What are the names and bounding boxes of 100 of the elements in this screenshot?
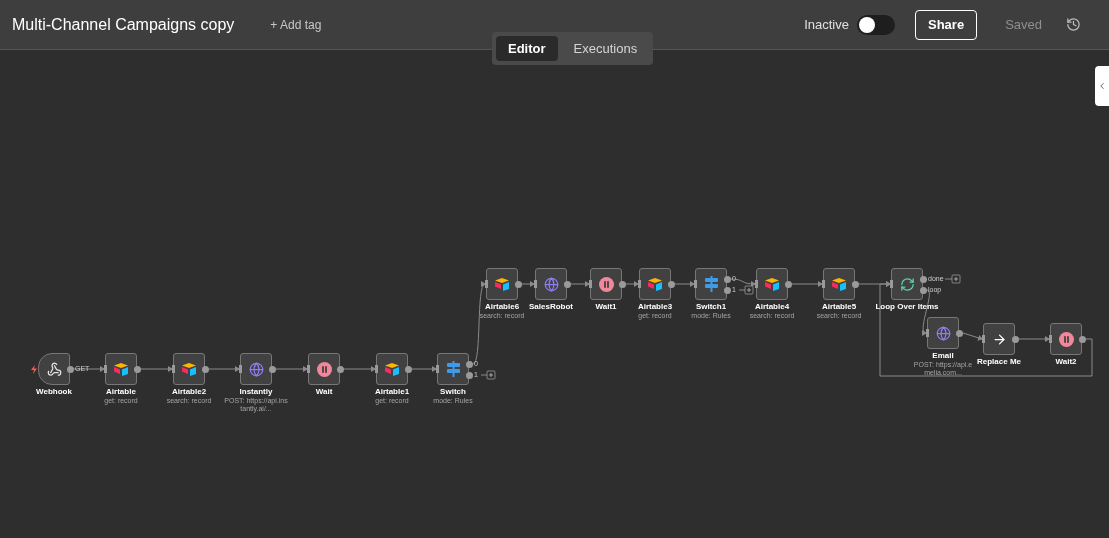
input-handle[interactable] bbox=[375, 365, 378, 373]
workflow-node[interactable] bbox=[695, 268, 727, 300]
workflow-node[interactable] bbox=[983, 323, 1015, 355]
output-handle[interactable] bbox=[1012, 335, 1019, 343]
workflow-node[interactable] bbox=[486, 268, 518, 300]
output-handle[interactable] bbox=[405, 365, 412, 373]
workflow-node[interactable] bbox=[535, 268, 567, 300]
input-handle[interactable] bbox=[982, 335, 985, 343]
node-title: Replace Me bbox=[977, 357, 1021, 367]
node-title: Instantly bbox=[239, 387, 273, 397]
output-handle[interactable] bbox=[852, 280, 859, 288]
add-tag-button[interactable]: + Add tag bbox=[270, 15, 322, 34]
pause-icon bbox=[1058, 331, 1074, 347]
add-node-connector[interactable] bbox=[738, 285, 754, 295]
input-handle[interactable] bbox=[1049, 335, 1052, 343]
node-title: Webhook bbox=[36, 387, 72, 397]
connection-line bbox=[570, 281, 590, 287]
workflow-node[interactable] bbox=[756, 268, 788, 300]
workflow-node[interactable] bbox=[437, 353, 469, 385]
arrow-right-icon bbox=[991, 331, 1007, 347]
input-handle[interactable] bbox=[890, 280, 893, 288]
workflow-node[interactable] bbox=[240, 353, 272, 385]
output-handle[interactable] bbox=[1079, 335, 1086, 343]
signpost-icon bbox=[445, 361, 461, 377]
connection-line bbox=[521, 281, 535, 287]
refresh-icon bbox=[899, 276, 915, 292]
workflow-node[interactable] bbox=[173, 353, 205, 385]
add-node-connector[interactable] bbox=[480, 370, 496, 380]
input-handle[interactable] bbox=[638, 280, 641, 288]
node-title: Switch bbox=[440, 387, 466, 397]
input-handle[interactable] bbox=[104, 365, 107, 373]
globe-icon bbox=[248, 361, 264, 377]
input-handle[interactable] bbox=[485, 280, 488, 288]
view-tab[interactable]: Executions bbox=[561, 36, 650, 61]
node-title: Airtable2 bbox=[171, 387, 207, 397]
input-handle[interactable] bbox=[755, 280, 758, 288]
workflow-node[interactable] bbox=[639, 268, 671, 300]
connection-line bbox=[411, 366, 437, 372]
node-title: SalesRobot bbox=[529, 302, 573, 312]
connection-line bbox=[73, 366, 105, 372]
airtable-logo-icon bbox=[384, 362, 400, 376]
workflow-node[interactable] bbox=[38, 353, 70, 385]
saved-status: Saved bbox=[1005, 15, 1042, 34]
chevron-left-icon bbox=[1097, 81, 1107, 91]
pause-icon bbox=[598, 276, 614, 292]
input-handle[interactable] bbox=[307, 365, 310, 373]
output-handle[interactable] bbox=[619, 280, 626, 288]
output-handle[interactable] bbox=[134, 365, 141, 373]
active-toggle[interactable] bbox=[857, 14, 895, 35]
connection-line bbox=[343, 366, 376, 372]
node-title: Airtable4 bbox=[754, 302, 790, 312]
history-icon[interactable] bbox=[1066, 17, 1081, 32]
workflow-node[interactable] bbox=[590, 268, 622, 300]
workflow-node[interactable] bbox=[376, 353, 408, 385]
webhook-icon bbox=[46, 361, 62, 377]
workflow-node[interactable] bbox=[105, 353, 137, 385]
node-title: Airtable3 bbox=[637, 302, 673, 312]
output-handle[interactable] bbox=[668, 280, 675, 288]
output-handle[interactable] bbox=[269, 365, 276, 373]
input-handle[interactable] bbox=[534, 280, 537, 288]
airtable-logo-icon bbox=[181, 362, 197, 376]
connection-line bbox=[674, 281, 695, 287]
input-handle[interactable] bbox=[172, 365, 175, 373]
input-handle[interactable] bbox=[589, 280, 592, 288]
input-handle[interactable] bbox=[822, 280, 825, 288]
node-title: Airtable1 bbox=[374, 387, 410, 397]
airtable-logo-icon bbox=[764, 277, 780, 291]
connection-line bbox=[208, 366, 240, 372]
input-handle[interactable] bbox=[694, 280, 697, 288]
connection-line bbox=[625, 281, 639, 287]
globe-icon bbox=[935, 325, 951, 341]
input-handle[interactable] bbox=[239, 365, 242, 373]
output-handle[interactable] bbox=[785, 280, 792, 288]
airtable-logo-icon bbox=[113, 362, 129, 376]
pause-icon bbox=[316, 361, 332, 377]
output-handle[interactable] bbox=[956, 329, 963, 337]
input-handle[interactable] bbox=[436, 365, 439, 373]
globe-icon bbox=[543, 276, 559, 292]
node-title: Loop Over Items bbox=[875, 302, 939, 312]
output-handle[interactable] bbox=[515, 280, 522, 288]
output-handle[interactable] bbox=[202, 365, 209, 373]
output-handle[interactable] bbox=[67, 365, 74, 373]
node-title: Airtable5 bbox=[821, 302, 857, 312]
workflow-node[interactable] bbox=[823, 268, 855, 300]
workflow-title[interactable]: Multi-Channel Campaigns copy bbox=[12, 12, 235, 37]
workflow-node[interactable] bbox=[927, 317, 959, 349]
view-tab[interactable]: Editor bbox=[496, 36, 558, 61]
workflow-node[interactable] bbox=[1050, 323, 1082, 355]
workflow-node[interactable] bbox=[891, 268, 923, 300]
input-handle[interactable] bbox=[926, 329, 929, 337]
output-handle[interactable] bbox=[564, 280, 571, 288]
node-title: Switch1 bbox=[695, 302, 727, 312]
signpost-icon bbox=[703, 276, 719, 292]
airtable-logo-icon bbox=[494, 277, 510, 291]
workflow-node[interactable] bbox=[308, 353, 340, 385]
output-handle[interactable] bbox=[337, 365, 344, 373]
panel-toggle-button[interactable] bbox=[1095, 66, 1109, 106]
share-button[interactable]: Share bbox=[915, 9, 978, 40]
add-node-connector[interactable] bbox=[944, 274, 961, 284]
node-title: Airtable6 bbox=[484, 302, 520, 312]
